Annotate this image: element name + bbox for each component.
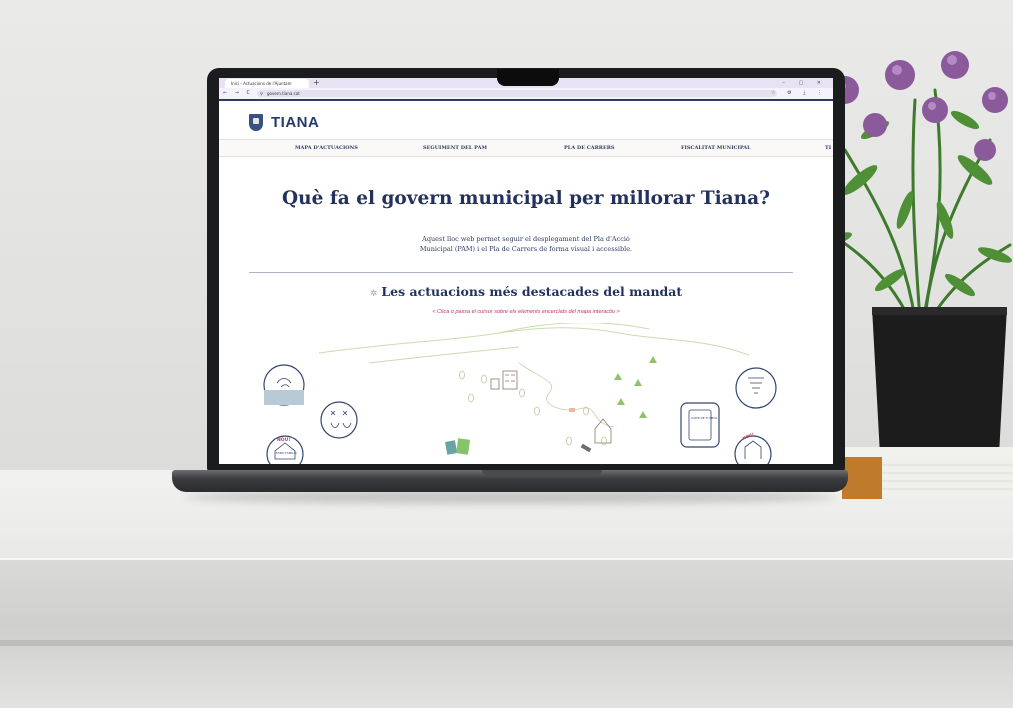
toolbar-icons[interactable]: ☆ ⚙ ⤓ ⋮	[771, 88, 827, 99]
desk-drawer-front	[0, 560, 1013, 708]
page-title: Què fa el govern municipal per millorar …	[282, 188, 770, 209]
address-bar[interactable]: ⚲ govern.tiana.cat	[257, 90, 777, 97]
site-info-icon[interactable]: ⚲	[260, 90, 263, 97]
browser-tab[interactable]: Inici - Actuacions de l'Ajuntam	[225, 79, 309, 88]
highlights-title-text: Les actuacions més destacades del mandat	[381, 284, 683, 299]
map-badge-right: NOU!	[742, 431, 755, 441]
site-logo[interactable]: TIANA	[249, 112, 319, 132]
site-name: TIANA	[271, 113, 320, 131]
nav-fiscalitat[interactable]: FISCALITAT MUNICIPAL	[681, 140, 751, 156]
crest-icon	[249, 113, 263, 131]
intro-line-1: Aquest lloc web permet seguir el despleg…	[422, 235, 630, 243]
plant-pot	[872, 307, 1007, 455]
new-tab-button[interactable]: +	[313, 78, 320, 88]
desk-drawer-gap	[0, 640, 1013, 646]
sparkle-icon: ✲	[369, 289, 378, 299]
nav-buttons[interactable]: ← → C	[223, 88, 253, 99]
laptop-shadow	[185, 490, 835, 504]
nav-mapa-actuacions[interactable]: MAPA D'ACTUACIONS	[295, 140, 358, 156]
nav-pla-carrers[interactable]: PLA DE CARRERS	[564, 140, 615, 156]
interactive-map: NOU! ESPAI FAMÍLIA NOU! CAMP DE FUTBOL	[263, 323, 777, 464]
address-url: govern.tiana.cat	[267, 91, 300, 96]
map-badge-left: NOU!	[277, 437, 290, 443]
site-top-border	[219, 99, 833, 101]
laptop-screen: Inici - Actuacions de l'Ajuntam + – ▢ ✕ …	[219, 78, 833, 464]
map-hint: < Clica o passa el cursor sobre els elem…	[432, 309, 620, 315]
intro-line-2: Municipal (PAM) i el Pla de Carrers de f…	[419, 245, 633, 253]
browser-toolbar: ← → C ⚲ govern.tiana.cat ☆ ⚙ ⤓ ⋮	[219, 88, 833, 99]
camera-notch	[497, 69, 559, 86]
window-controls[interactable]: – ▢ ✕	[782, 78, 827, 88]
nav-more[interactable]: TI	[825, 140, 831, 156]
book-stack	[842, 447, 1013, 499]
laptop-lid-notch	[482, 470, 602, 476]
main-nav: MAPA D'ACTUACIONS SEGUIMENT DEL PAM PLA …	[219, 139, 833, 157]
highlights-title: ✲ Les actuacions més destacades del manda…	[219, 284, 833, 299]
map-card-text: CAMP DE FUTBOL	[691, 416, 718, 420]
nav-seguiment-pam[interactable]: SEGUIMENT DEL PAM	[423, 140, 487, 156]
map-badge-left-sub: ESPAI FAMÍLIA	[276, 450, 298, 455]
section-divider	[249, 272, 793, 273]
